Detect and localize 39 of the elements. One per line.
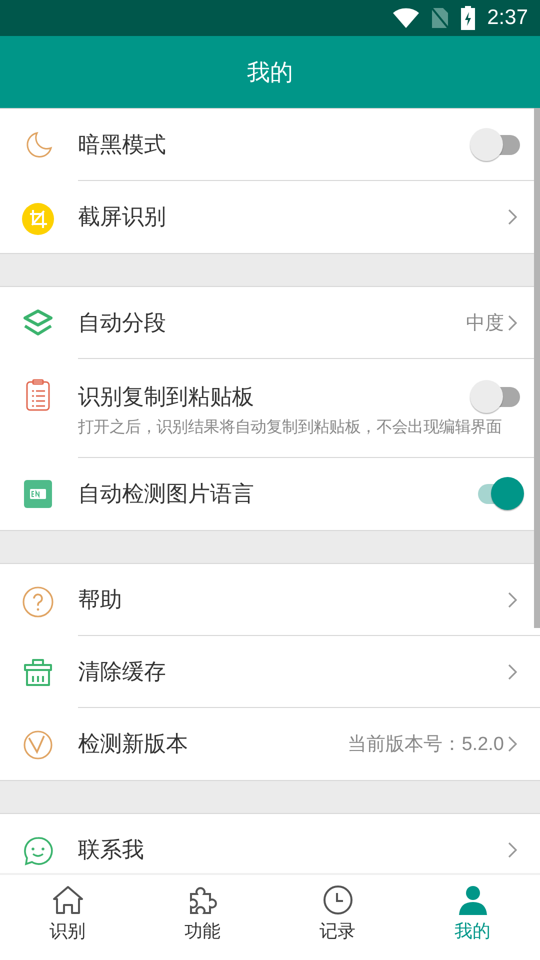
setting-label[interactable]: 识别复制到粘贴板 — [78, 382, 470, 412]
clipboard-icon — [25, 379, 51, 411]
nav-tab[interactable]: 记录 — [270, 875, 405, 960]
nav-tab[interactable]: 识别 — [0, 875, 135, 960]
setting-label[interactable]: 检测新版本 — [78, 729, 348, 759]
setting-label[interactable]: 联系我 — [78, 835, 508, 865]
layers-icon — [22, 309, 54, 337]
version-icon — [23, 730, 53, 760]
chevron-icon — [508, 592, 518, 608]
language-icon — [24, 480, 52, 508]
setting-value: 当前版本号：5.2.0 — [348, 733, 504, 757]
nav-tab[interactable]: 功能 — [135, 875, 270, 960]
setting-description: 打开之后，识别结果将自动复制到粘贴板，不会出现编辑界面 — [78, 418, 503, 438]
setting-label[interactable]: 帮助 — [78, 584, 508, 614]
battery-charging-icon — [461, 6, 476, 30]
no-sim-icon — [431, 7, 450, 29]
home-icon — [52, 884, 84, 914]
chevron-icon — [508, 664, 518, 680]
person-icon — [458, 884, 488, 914]
setting-label[interactable]: 自动分段 — [78, 308, 466, 338]
page-title: 我的 — [247, 58, 293, 86]
chevron-icon — [508, 209, 518, 225]
basket-icon — [23, 658, 53, 688]
setting-label[interactable]: 截屏识别 — [78, 202, 508, 232]
nav-tab[interactable]: 我的 — [405, 875, 540, 960]
setting-label[interactable]: 自动检测图片语言 — [78, 479, 470, 509]
chevron-icon — [508, 842, 518, 858]
chat-icon — [23, 836, 53, 866]
setting-value: 中度 — [466, 312, 504, 336]
puzzle-icon — [188, 884, 218, 914]
status-time: 2:37 — [487, 6, 528, 30]
crop-icon — [22, 203, 54, 235]
chevron-icon — [508, 314, 518, 330]
setting-label[interactable]: 暗黑模式 — [78, 130, 470, 160]
help-icon — [22, 586, 54, 618]
clock-icon — [322, 884, 352, 914]
chevron-icon — [508, 736, 518, 752]
setting-label[interactable]: 清除缓存 — [78, 656, 508, 686]
wifi-icon — [393, 8, 420, 28]
